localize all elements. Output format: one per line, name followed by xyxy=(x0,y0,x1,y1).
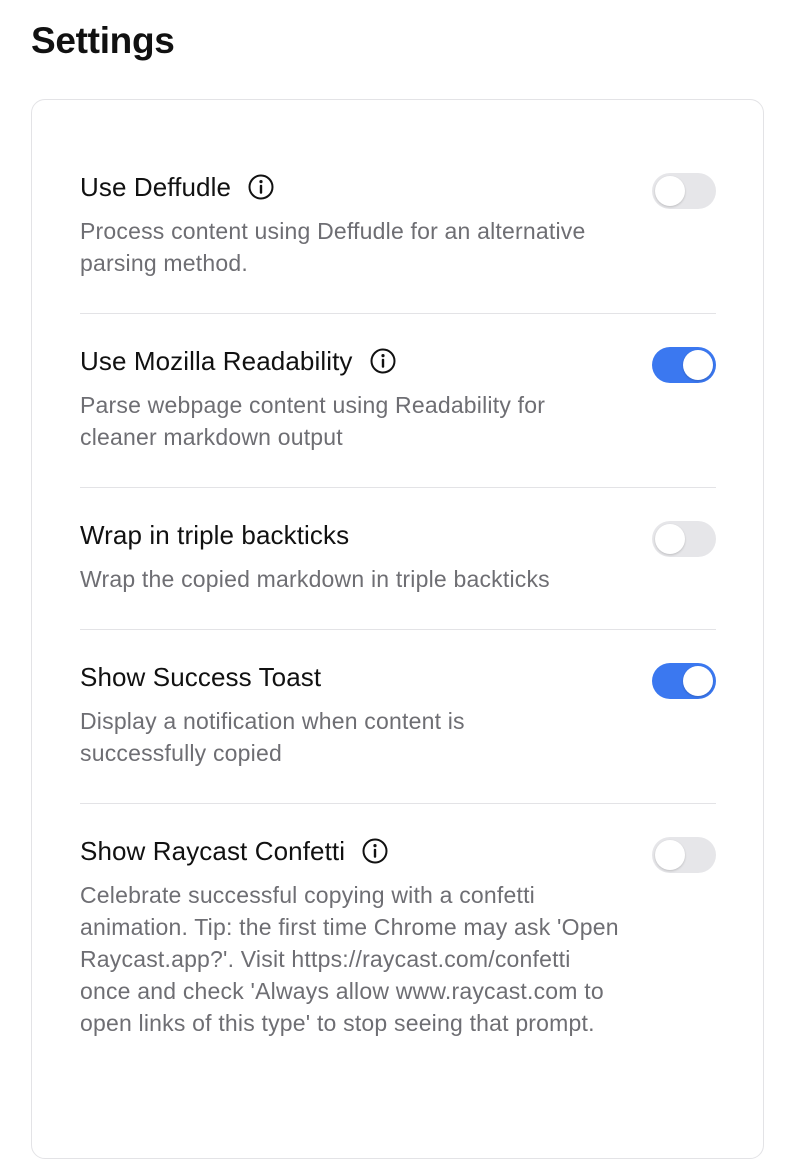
setting-use-deffudle: Use Deffudle Process content using Deffu… xyxy=(80,167,716,279)
setting-show-raycast-confetti: Show Raycast Confetti Celebrate successf… xyxy=(80,831,716,1039)
setting-label: Show Raycast Confetti xyxy=(80,835,346,866)
divider xyxy=(80,487,716,488)
divider xyxy=(80,629,716,630)
toggle-knob xyxy=(683,350,713,380)
setting-label: Use Mozilla Readability xyxy=(80,345,353,376)
setting-description: Parse webpage content using Readability … xyxy=(80,392,546,450)
divider xyxy=(80,803,716,804)
toggle-knob xyxy=(655,176,685,206)
setting-description: Wrap the copied markdown in triple backt… xyxy=(80,566,550,592)
setting-label: Show Success Toast xyxy=(80,661,322,692)
toggle-knob xyxy=(655,524,685,554)
toggle-knob xyxy=(683,666,713,696)
setting-show-success-toast: Show Success Toast Display a notificatio… xyxy=(80,657,716,769)
divider xyxy=(80,313,716,314)
page-title: Settings xyxy=(31,20,175,61)
setting-description: Process content using Deffudle for an al… xyxy=(80,218,586,276)
toggle-use-deffudle[interactable] xyxy=(652,173,716,209)
setting-wrap-in-triple-backticks: Wrap in triple backticks Wrap the copied… xyxy=(80,515,716,595)
setting-use-mozilla-readability: Use Mozilla Readability Parse webpage co… xyxy=(80,341,716,453)
toggle-show-success-toast[interactable] xyxy=(652,663,716,699)
info-icon[interactable] xyxy=(369,347,397,375)
info-icon[interactable] xyxy=(361,837,389,865)
toggle-wrap-in-triple-backticks[interactable] xyxy=(652,521,716,557)
toggle-knob xyxy=(655,840,685,870)
setting-description: Celebrate successful copying with a conf… xyxy=(80,882,619,1036)
setting-description: Display a notification when content is s… xyxy=(80,708,465,766)
info-icon[interactable] xyxy=(247,173,275,201)
setting-label: Use Deffudle xyxy=(80,171,232,202)
toggle-use-mozilla-readability[interactable] xyxy=(652,347,716,383)
toggle-show-raycast-confetti[interactable] xyxy=(652,837,716,873)
setting-label: Wrap in triple backticks xyxy=(80,519,350,550)
